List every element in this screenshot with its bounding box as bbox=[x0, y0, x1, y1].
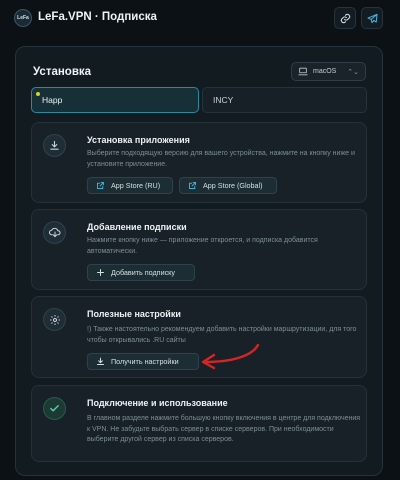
download-icon bbox=[43, 134, 66, 157]
card-install-app: Установка приложения Выберите подходящую… bbox=[31, 122, 367, 203]
card-description: Выберите подходящую версию для вашего ус… bbox=[87, 150, 355, 168]
card-title: Подключение и использование bbox=[87, 398, 228, 408]
card-description: !) Также настоятельно рекомендуем добави… bbox=[87, 326, 357, 344]
button-label: Получить настройки bbox=[111, 357, 179, 366]
app-store-ru-button[interactable]: App Store (RU) bbox=[87, 177, 173, 194]
plus-icon bbox=[96, 268, 105, 277]
tab-incy[interactable]: INCY bbox=[202, 87, 367, 113]
card-description: Нажмите кнопку ниже — приложение откроет… bbox=[87, 237, 318, 255]
external-link-icon bbox=[188, 181, 197, 190]
card-useful-settings: Полезные настройки !) Также настоятельно… bbox=[31, 296, 367, 378]
external-link-icon bbox=[96, 181, 105, 190]
laptop-icon bbox=[298, 67, 308, 76]
chevron-updown-icon: ⌃⌄ bbox=[347, 68, 359, 76]
app-title: LeFa.VPN · Подписка bbox=[38, 11, 157, 23]
cloud-download-icon bbox=[43, 221, 66, 244]
link-icon bbox=[340, 13, 351, 24]
app-header: LeFa LeFa.VPN · Подписка bbox=[0, 0, 400, 36]
button-label: Добавить подписку bbox=[111, 268, 176, 277]
tab-label: INCY bbox=[213, 95, 234, 105]
tab-label: Happ bbox=[42, 95, 63, 105]
button-label: App Store (RU) bbox=[111, 181, 161, 190]
active-indicator bbox=[36, 92, 40, 96]
installation-panel: Установка macOS ⌃⌄ Happ INCY Установка п… bbox=[15, 46, 383, 476]
copy-link-button[interactable] bbox=[334, 7, 356, 29]
section-title: Установка bbox=[33, 66, 92, 78]
card-title: Установка приложения bbox=[87, 135, 190, 145]
telegram-button[interactable] bbox=[361, 7, 383, 29]
app-store-global-button[interactable]: App Store (Global) bbox=[179, 177, 277, 194]
telegram-icon bbox=[366, 13, 378, 24]
download-icon bbox=[96, 357, 105, 366]
add-subscription-button[interactable]: Добавить подписку bbox=[87, 264, 195, 281]
button-label: App Store (Global) bbox=[203, 181, 263, 190]
check-icon bbox=[43, 397, 66, 420]
card-title: Полезные настройки bbox=[87, 309, 181, 319]
os-select-value: macOS bbox=[313, 68, 337, 75]
card-add-subscription: Добавление подписки Нажмите кнопку ниже … bbox=[31, 209, 367, 290]
get-settings-button[interactable]: Получить настройки bbox=[87, 353, 199, 370]
card-title: Добавление подписки bbox=[87, 222, 187, 232]
card-connection-usage: Подключение и использование В главном ра… bbox=[31, 385, 367, 462]
tab-happ[interactable]: Happ bbox=[31, 87, 199, 113]
gear-icon bbox=[43, 308, 66, 331]
card-description: В главном разделе нажмите большую кнопку… bbox=[87, 415, 361, 443]
os-select[interactable]: macOS ⌃⌄ bbox=[291, 62, 366, 81]
app-logo: LeFa bbox=[14, 9, 32, 27]
